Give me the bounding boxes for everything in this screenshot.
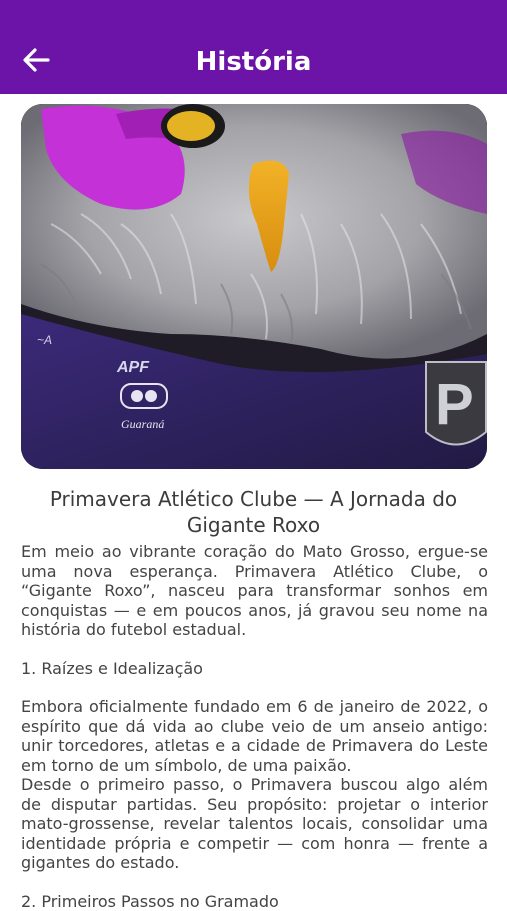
article-heading: Primavera Atlético Clube — A Jornada do … <box>30 486 477 538</box>
article-paragraph: Embora oficialmente fundado em 6 de jane… <box>21 697 488 775</box>
app-bar: História <box>0 0 507 94</box>
mascot-owl-image: APF Guaraná ~A P <box>21 104 487 469</box>
svg-text:~A: ~A <box>37 333 52 347</box>
article-paragraph: Desde o primeiro passo, o Primavera busc… <box>21 775 488 873</box>
svg-text:P: P <box>435 372 474 437</box>
section-title: 2. Primeiros Passos no Gramado <box>21 892 488 911</box>
page-title: História <box>0 44 507 80</box>
svg-text:Guaraná: Guaraná <box>121 417 164 431</box>
hero-image: APF Guaraná ~A P <box>21 104 487 469</box>
svg-text:APF: APF <box>116 359 150 376</box>
section-title: 1. Raízes e Idealização <box>21 659 488 679</box>
article-body: Em meio ao vibrante coração do Mato Gros… <box>21 542 488 911</box>
article-intro: Em meio ao vibrante coração do Mato Gros… <box>21 542 488 640</box>
